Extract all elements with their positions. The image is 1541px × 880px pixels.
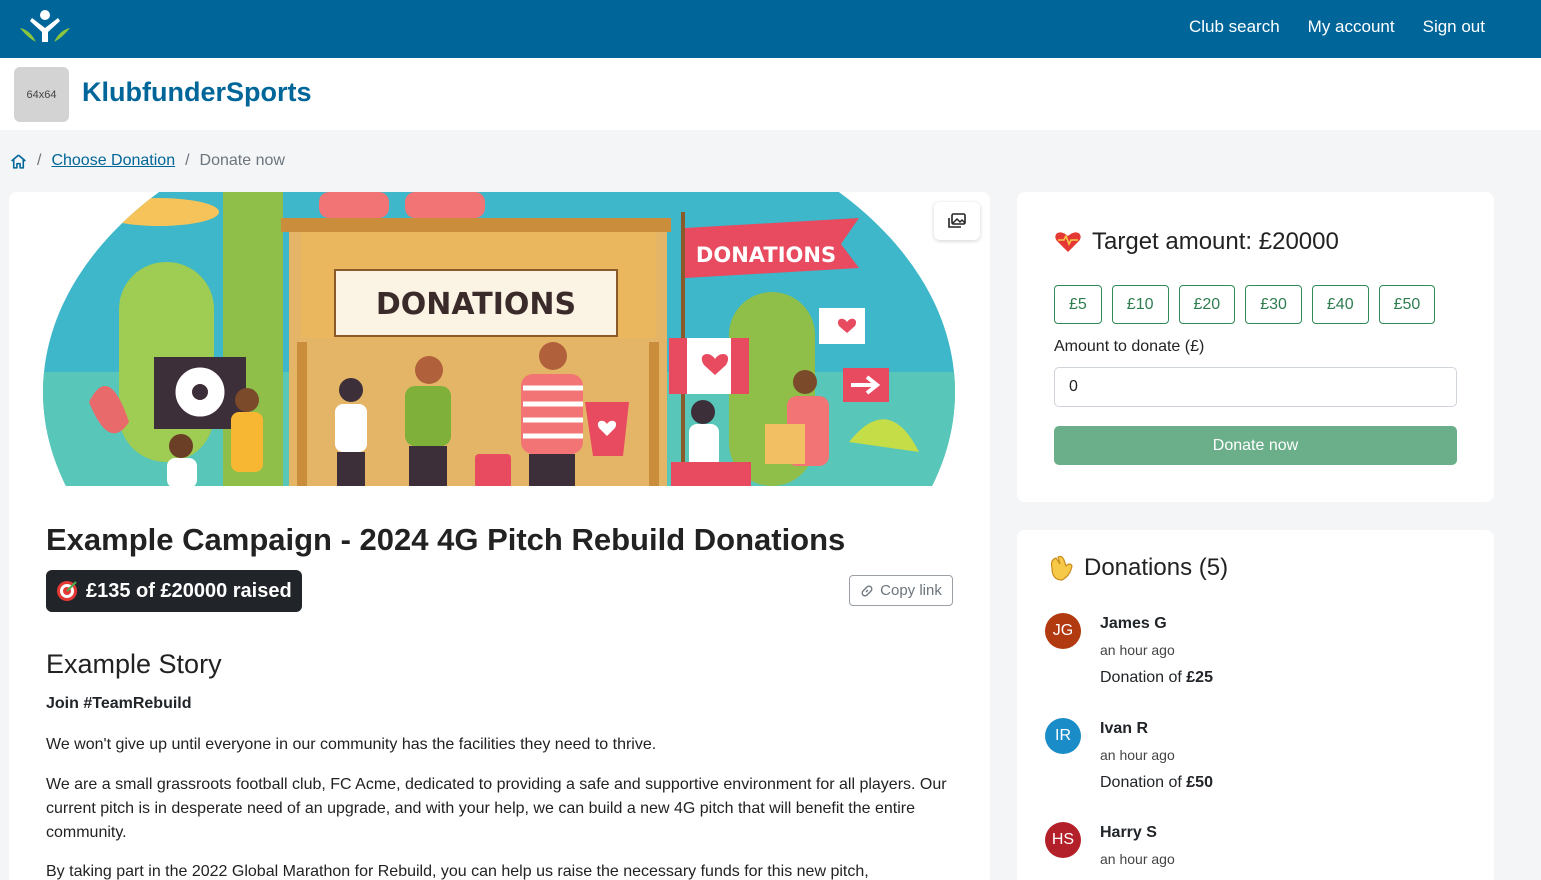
flag-text: DONATIONS [696,243,836,267]
banner-illustration: DONATIONS DONATIONS [43,192,955,486]
breadcrumb-separator: / [185,152,190,169]
donation-item: IR Ivan R an hour ago Donation of £50 [1045,718,1465,808]
nav-my-account[interactable]: My account [1308,17,1395,37]
avatar: JG [1045,613,1081,649]
nav-sign-out[interactable]: Sign out [1423,17,1485,37]
donations-panel: Donations (5) JG James G an hour ago Don… [1017,530,1494,880]
donation-amount: Donation of £25 [1100,669,1213,687]
amount-input[interactable] [1054,367,1457,407]
copy-link-label: Copy link [880,582,942,599]
top-navbar: Club search My account Sign out [0,0,1541,58]
donor-name: James G [1100,615,1167,632]
donations-heading-text: Donations (5) [1084,554,1229,581]
amount-preset-button[interactable]: £30 [1245,285,1302,324]
donation-value: £50 [1186,774,1213,791]
donation-item: JG James G an hour ago Donation of £25 [1045,613,1465,703]
raised-badge: £135 of £20000 raised [46,570,302,612]
donation-time: an hour ago [1100,851,1175,867]
donation-time: an hour ago [1100,747,1175,763]
amount-label: Amount to donate (£) [1054,338,1205,355]
breadcrumb-current: Donate now [199,152,285,169]
donor-name: Harry S [1100,824,1157,841]
heart-icon [1055,232,1081,252]
images-icon [948,213,966,228]
avatar: HS [1045,822,1081,858]
story-heading: Example Story [46,649,222,679]
amount-preset-button[interactable]: £20 [1178,285,1236,324]
donor-name: Ivan R [1100,720,1149,737]
campaign-title: Example Campaign - 2024 4G Pitch Rebuild… [46,522,846,557]
org-name[interactable]: KlubfunderSports [82,77,312,108]
home-icon[interactable] [10,153,27,170]
donation-prefix: Donation of [1100,774,1187,791]
target-icon [57,581,77,601]
donate-now-button[interactable]: Donate now [1054,426,1457,465]
amount-preset-button[interactable]: £10 [1111,285,1169,324]
main-nav: Club search My account Sign out [1189,0,1485,54]
gallery-button[interactable] [934,202,980,240]
sign-text: DONATIONS [376,287,576,322]
breadcrumb: / Choose Donation / Donate now [10,152,285,170]
donation-amount: Donation of £50 [1100,774,1213,792]
amount-preset-button[interactable]: £40 [1311,285,1369,324]
donation-time: an hour ago [1100,642,1175,658]
story-paragraph: We won't give up until everyone in our c… [46,736,657,753]
donation-item: HS Harry S an hour ago [1045,822,1465,880]
avatar: IR [1045,718,1081,754]
target-amount-text: Target amount: £20000 [1092,228,1339,255]
story-paragraph: By taking part in the 2022 Global Marath… [46,863,869,880]
org-header: 64x64 KlubfunderSports [0,58,1541,130]
link-icon [861,585,873,596]
donation-prefix: Donation of [1100,669,1187,686]
donation-stall-sign: DONATIONS [334,269,618,337]
donation-value: £25 [1186,669,1213,686]
story-paragraph: We are a small grassroots football club,… [46,776,947,841]
copy-link-button[interactable]: Copy link [849,575,953,606]
org-logo-placeholder: 64x64 [14,67,69,122]
breadcrumb-separator: / [37,152,42,169]
story-tagline: Join #TeamRebuild [46,695,192,712]
target-amount: Target amount: £20000 [1054,228,1339,256]
amount-presets: £5 £10 £20 £30 £40 £50 [1054,285,1436,324]
amount-preset-button[interactable]: £50 [1378,285,1436,324]
raised-text: £135 of £20000 raised [86,579,292,602]
campaign-card: DONATIONS DONATIONS Example Campaign - 2… [9,192,990,880]
clapping-hands-icon [1050,555,1073,581]
nav-club-search[interactable]: Club search [1189,17,1280,37]
site-logo-icon[interactable] [16,8,74,44]
donations-heading: Donations (5) [1046,554,1228,582]
campaign-banner-image: DONATIONS DONATIONS [9,192,990,486]
donate-panel: Target amount: £20000 £5 £10 £20 £30 £40… [1017,192,1494,502]
amount-preset-button[interactable]: £5 [1054,285,1102,324]
breadcrumb-choose-donation[interactable]: Choose Donation [51,152,175,170]
